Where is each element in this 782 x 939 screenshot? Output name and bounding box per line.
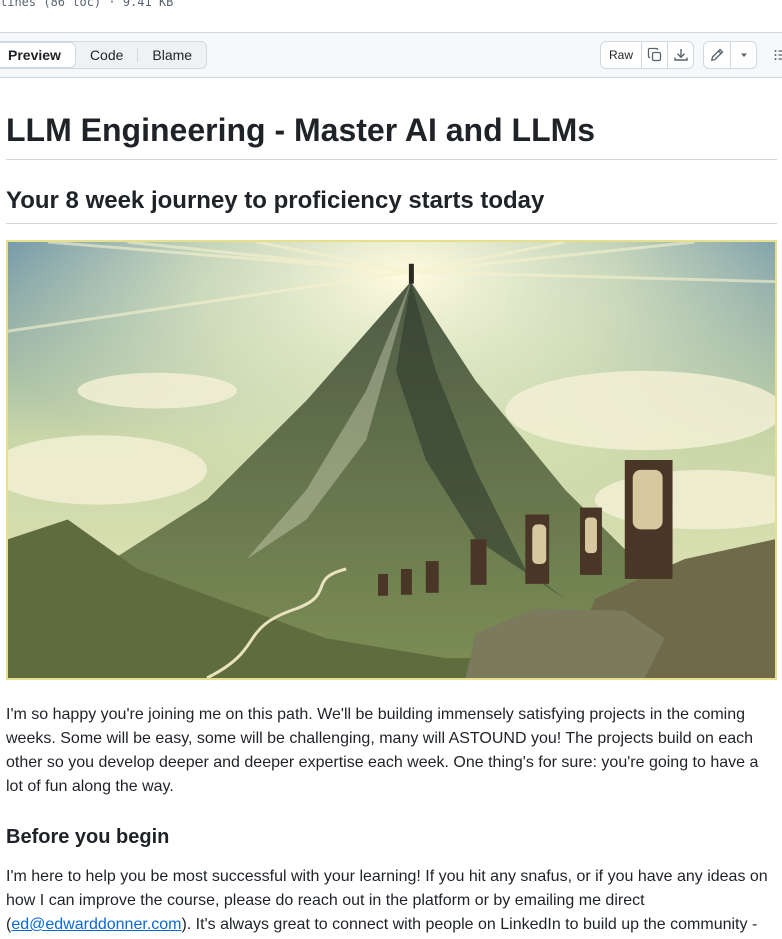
edit-more-button[interactable] [730,42,756,68]
before-you-begin-heading: Before you begin [6,826,170,848]
triangle-down-icon [740,53,747,57]
copy-raw-button[interactable] [641,42,667,68]
intro-paragraph: I'm so happy you're joining me on this p… [6,706,759,795]
list-unordered-icon [774,50,782,60]
file-toolbar: Preview Code Blame Raw [0,32,782,78]
tab-preview[interactable]: Preview [0,42,76,68]
raw-copy-download-group: Raw [600,41,695,69]
download-button[interactable] [667,42,693,68]
copy-icon [647,47,661,62]
edit-group [703,41,757,69]
before-paragraph: I'm here to help you be most successful … [6,865,777,937]
pencil-icon [710,48,724,62]
before-text-2: ). It's always great to connect with peo… [181,916,758,933]
download-icon [673,49,688,61]
readme-title: LLM Engineering - Master AI and LLMs [6,110,777,160]
view-mode-segmented-control: Preview Code Blame [0,41,208,69]
email-link[interactable]: ed@edwarddonner.com [11,916,181,933]
edit-file-button[interactable] [704,42,730,68]
tab-code[interactable]: Code [76,42,137,68]
raw-button[interactable]: Raw [601,42,641,68]
readme-content: LLM Engineering - Master AI and LLMs You… [6,78,777,937]
tab-blame[interactable]: Blame [138,42,206,68]
file-meta: lines (86 loc) · 9.41 KB [0,0,174,9]
outline-button[interactable] [766,41,782,69]
hero-illustration-mountain-hikers[interactable] [6,240,777,680]
readme-subtitle: Your 8 week journey to proficiency start… [6,186,777,224]
